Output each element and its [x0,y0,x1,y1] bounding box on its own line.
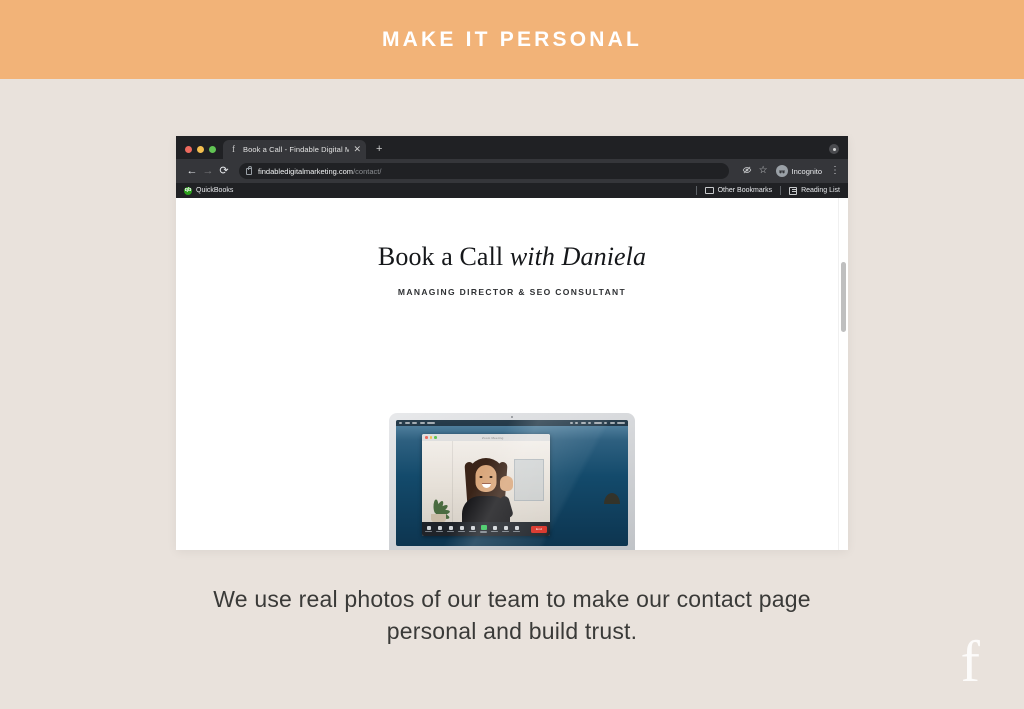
zoom-titlebar: Zoom Meeting [422,434,550,441]
eye-slash-glyph [742,166,751,173]
zoom-maximize-button[interactable] [434,436,437,439]
browser-tab[interactable]: f Book a Call - Findable Digital M ✕ [223,140,366,159]
profile-avatar-icon[interactable] [829,144,839,154]
mac-menubar [396,420,628,426]
new-tab-icon[interactable]: + [376,144,382,155]
other-bookmarks-button[interactable]: Other Bookmarks [704,187,773,194]
page-scrollbar[interactable] [838,198,848,550]
tab-close-icon[interactable]: ✕ [353,145,361,154]
lock-icon [246,165,252,175]
zoom-mute-button[interactable] [425,525,432,533]
reload-icon[interactable]: ⟳ [216,165,232,177]
laptop-camera-icon [511,416,513,418]
page-title: Book a Call with Daniela [176,198,848,272]
bookmarks-divider-1 [695,186,697,195]
laptop-mockup-image: Zoom Meeting End [389,413,635,550]
zoom-window-title: Zoom Meeting [481,435,504,440]
zoom-control-buttons [425,525,520,533]
room-wall-edge [452,441,453,522]
reading-list-icon [789,186,798,195]
bookmarks-divider-2 [780,186,782,195]
zoom-end-call-button[interactable]: End [531,525,547,533]
forward-icon[interactable]: → [200,165,216,177]
reading-list-label: Reading List [801,187,840,194]
zoom-participants-button[interactable] [458,525,465,533]
eye-slash-icon[interactable] [742,165,752,178]
menubar-right-items [569,422,625,424]
bookmark-quickbooks[interactable]: qb QuickBooks [184,186,234,195]
page-title-regular: Book a Call [377,242,510,271]
room-window [514,459,544,501]
bookmarks-bar: qb QuickBooks Other Bookmarks Reading Li… [176,183,848,198]
back-icon[interactable]: ← [184,165,200,177]
zoom-controls-toolbar: End [422,522,550,536]
url-host: findabledigitalmarketing.com [258,166,354,176]
incognito-indicator[interactable]: Incognito [775,165,822,177]
page-subtitle: MANAGING DIRECTOR & SEO CONSULTANT [397,287,627,297]
zoom-minimize-button[interactable] [429,436,432,439]
browser-menu-icon[interactable]: ⋮ [830,166,840,176]
address-bar-url: findabledigitalmarketing.com/contact/ [258,167,381,176]
scrollbar-thumb[interactable] [841,262,846,332]
url-path: /contact/ [353,166,382,176]
incognito-spy-icon [775,165,788,177]
maximize-window-button[interactable] [209,146,216,153]
zoom-chat-button[interactable] [469,525,476,533]
browser-window: f Book a Call - Findable Digital M ✕ + ←… [176,136,848,550]
page-title-italic: with Daniela [509,242,647,271]
address-bar[interactable]: findabledigitalmarketing.com/contact/ [239,163,729,179]
desktop-wallpaper-island [604,493,620,505]
caption-line-2: personal and build trust. [386,618,638,644]
spy-glyph [778,170,785,174]
zoom-meeting-window: Zoom Meeting End [422,434,550,536]
zoom-record-button[interactable] [491,525,498,533]
zoom-security-button[interactable] [447,525,454,533]
tab-favicon-icon: f [232,144,235,154]
reading-list-button[interactable]: Reading List [789,186,840,195]
zoom-reactions-button[interactable] [502,525,509,533]
caption-line-1: We use real photos of our team to make o… [213,586,811,612]
plant-pot [431,514,446,522]
minimize-window-button[interactable] [197,146,204,153]
other-bookmarks-label: Other Bookmarks [717,187,773,194]
folder-icon [704,187,714,194]
bookmark-star-icon[interactable]: ☆ [759,166,768,176]
zoom-video-button[interactable] [436,525,443,533]
zoom-more-button[interactable] [513,525,520,533]
zoom-share-screen-button[interactable] [480,525,487,533]
brand-watermark-logo: f [960,629,980,694]
person-on-call [459,456,514,522]
tab-title: Book a Call - Findable Digital M [243,145,350,154]
houseplant [426,488,452,522]
caption-text: We use real photos of our team to make o… [0,583,1024,647]
zoom-close-button[interactable] [425,436,428,439]
zoom-video-feed [422,441,550,522]
menubar-left-items [399,422,435,424]
waving-hand [500,476,513,491]
browser-toolbar: ← → ⟳ findabledigitalmarketing.com/conta… [176,159,848,183]
incognito-label: Incognito [791,166,822,176]
browser-tabstrip: f Book a Call - Findable Digital M ✕ + [176,136,848,159]
close-window-button[interactable] [185,146,192,153]
laptop-screen: Zoom Meeting End [396,420,628,546]
laptop-lid: Zoom Meeting End [389,413,635,550]
bookmark-quickbooks-label: QuickBooks [196,187,234,194]
person-face [475,465,497,492]
quickbooks-icon: qb [184,186,192,195]
banner-title: MAKE IT PERSONAL [381,27,643,51]
top-banner: MAKE IT PERSONAL [0,0,1024,79]
page-viewport: Book a Call with Daniela MANAGING DIRECT… [176,198,848,550]
window-traffic-lights [176,146,223,159]
